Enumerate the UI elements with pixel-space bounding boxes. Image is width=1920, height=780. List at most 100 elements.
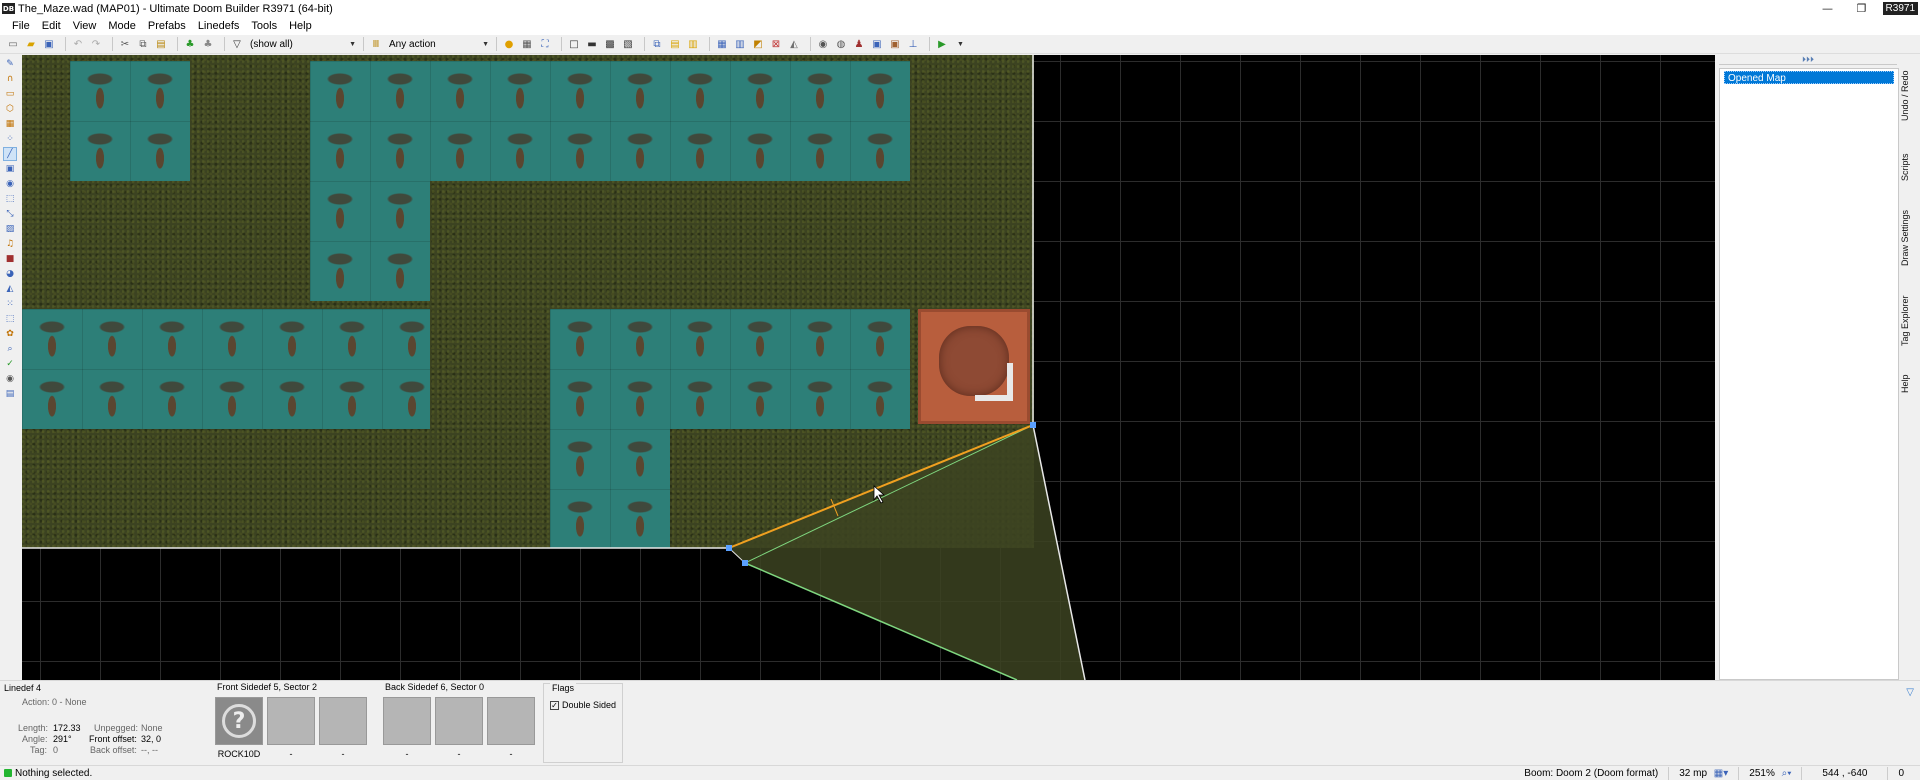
menu-linedefs[interactable]: Linedefs bbox=[192, 17, 246, 35]
color-picker-icon[interactable]: ✿ bbox=[4, 328, 16, 340]
open-map-icon[interactable]: ▰ bbox=[24, 37, 38, 51]
paste-options-icon[interactable]: ▥ bbox=[686, 37, 700, 51]
new-map-icon[interactable]: ▭ bbox=[6, 37, 20, 51]
things-mode-icon[interactable]: ◉ bbox=[4, 178, 16, 190]
vertex[interactable] bbox=[726, 545, 732, 551]
bridge-mode-icon[interactable]: ◭ bbox=[4, 283, 16, 295]
map-canvas[interactable] bbox=[22, 55, 1715, 680]
grid-snap-icon[interactable]: ▥ bbox=[733, 37, 747, 51]
tab-help[interactable]: Help bbox=[1900, 368, 1916, 400]
dynamic-grid-icon[interactable]: ◭ bbox=[787, 37, 801, 51]
redo-icon[interactable]: ↷ bbox=[89, 37, 103, 51]
copy-icon[interactable]: ⧉ bbox=[136, 37, 150, 51]
draw-grid-icon[interactable]: ▦ bbox=[4, 118, 16, 130]
restore-button[interactable]: ❐ bbox=[1845, 2, 1879, 15]
angle-value: 291° bbox=[53, 734, 72, 744]
draw-ellipse-icon[interactable]: ⬡ bbox=[4, 103, 16, 115]
front-lower-texture[interactable] bbox=[319, 697, 367, 745]
menu-bar: File Edit View Mode Prefabs Linedefs Too… bbox=[0, 17, 1920, 35]
cut-icon[interactable]: ✂ bbox=[118, 37, 132, 51]
find-replace-icon[interactable]: ⌕ bbox=[4, 343, 16, 355]
menu-file[interactable]: File bbox=[6, 17, 36, 35]
gzdoom-icon[interactable]: ◉ bbox=[4, 373, 16, 385]
tab-tag-explorer[interactable]: Tag Explorer bbox=[1900, 286, 1916, 356]
chevron-down-icon[interactable]: ▼ bbox=[957, 41, 964, 48]
visual-mode-icon[interactable]: ■ bbox=[4, 253, 16, 265]
menu-help[interactable]: Help bbox=[283, 17, 318, 35]
sky-icon[interactable]: ⊥ bbox=[906, 37, 920, 51]
sector-floor-selected[interactable] bbox=[729, 425, 1085, 680]
make-sectors-icon[interactable]: ◕ bbox=[4, 268, 16, 280]
light-icon[interactable]: ♟ bbox=[852, 37, 866, 51]
view-brightness-icon[interactable]: ▬ bbox=[585, 37, 599, 51]
vertices-mode-icon[interactable]: ⁘ bbox=[4, 133, 16, 145]
right-docker: ⏵⏵⏵ Opened Map Undo / Redo Scripts Draw … bbox=[1715, 55, 1920, 680]
back-middle-texture[interactable] bbox=[435, 697, 483, 745]
vertex[interactable] bbox=[742, 560, 748, 566]
auto-align-icon[interactable]: ⊠ bbox=[769, 37, 783, 51]
drag-icon[interactable]: ⤡ bbox=[4, 208, 16, 220]
fullscreen-icon[interactable]: ⛶ bbox=[538, 37, 552, 51]
statistics-icon[interactable]: ▤ bbox=[4, 388, 16, 400]
minimize-button[interactable]: — bbox=[1811, 2, 1845, 15]
grid-size[interactable]: 32 mp ▦▾ bbox=[1668, 767, 1738, 780]
visual-mode-icon[interactable]: ◉ bbox=[816, 37, 830, 51]
view-ceiling-icon[interactable]: ▧ bbox=[621, 37, 635, 51]
model-render-icon[interactable]: ▣ bbox=[870, 37, 884, 51]
fog-icon[interactable]: ▣ bbox=[888, 37, 902, 51]
app-window: DB The_Maze.wad (MAP01) - Ultimate Doom … bbox=[0, 0, 1920, 780]
action-filter-select[interactable]: Any action ▼ bbox=[387, 37, 491, 52]
docker-collapse-button[interactable]: ⏵⏵⏵ bbox=[1719, 55, 1897, 65]
draw-rectangle-icon[interactable]: ▭ bbox=[4, 88, 16, 100]
tab-draw-settings[interactable]: Draw Settings bbox=[1900, 202, 1916, 274]
map-geometry bbox=[22, 55, 1086, 680]
vertex[interactable] bbox=[1030, 422, 1036, 428]
draw-lines-icon[interactable]: ✎ bbox=[4, 58, 16, 70]
zoom-level[interactable]: 251% ⌕▾ bbox=[1738, 767, 1801, 780]
things-filter-value: (show all) bbox=[250, 38, 293, 50]
tab-undo-redo[interactable]: Undo / Redo bbox=[1900, 60, 1916, 132]
sectors-mode-icon[interactable]: ▣ bbox=[4, 163, 16, 175]
sound-propagation-icon[interactable]: ♫ bbox=[4, 238, 16, 250]
menu-edit[interactable]: Edit bbox=[36, 17, 67, 35]
copy-properties-icon[interactable]: ⧉ bbox=[650, 37, 664, 51]
undo-icon[interactable]: ↶ bbox=[71, 37, 85, 51]
brightness-icon[interactable]: ● bbox=[502, 37, 516, 51]
back-upper-texture-name: - bbox=[405, 749, 409, 759]
revision-badge: R3971 bbox=[1882, 2, 1918, 15]
linedefs-mode-icon[interactable]: ╱ bbox=[3, 147, 17, 161]
front-upper-texture[interactable]: ? bbox=[215, 697, 263, 745]
paste-properties-icon[interactable]: ▤ bbox=[668, 37, 682, 51]
back-lower-texture[interactable] bbox=[487, 697, 535, 745]
back-upper-texture[interactable] bbox=[383, 697, 431, 745]
threed-floor-icon[interactable]: ⁙ bbox=[4, 298, 16, 310]
test-map-icon[interactable]: ▶ bbox=[935, 37, 949, 51]
grid-toggle-icon[interactable]: ▦ bbox=[520, 37, 534, 51]
menu-tools[interactable]: Tools bbox=[245, 17, 283, 35]
grid-setup-icon[interactable]: ▦ bbox=[715, 37, 729, 51]
menu-mode[interactable]: Mode bbox=[102, 17, 142, 35]
prefab-icon[interactable]: ♣ bbox=[201, 37, 215, 51]
draw-curve-icon[interactable]: ∩ bbox=[4, 73, 16, 85]
tab-scripts[interactable]: Scripts bbox=[1900, 144, 1916, 190]
front-lower-texture-name: - bbox=[341, 749, 345, 759]
front-middle-texture[interactable] bbox=[267, 697, 315, 745]
slope-mode-icon[interactable]: ⬚ bbox=[4, 313, 16, 325]
things-filter-select[interactable]: (show all) ▼ bbox=[248, 37, 358, 52]
toolbar-separator bbox=[929, 37, 930, 51]
insert-prefab-icon[interactable]: ♣ bbox=[183, 37, 197, 51]
auto-merge-icon[interactable]: ◩ bbox=[751, 37, 765, 51]
history-item[interactable]: Opened Map bbox=[1724, 71, 1894, 84]
save-map-icon[interactable]: ▣ bbox=[42, 37, 56, 51]
image-mode-icon[interactable]: ▨ bbox=[4, 223, 16, 235]
view-wireframe-icon[interactable]: □ bbox=[567, 37, 581, 51]
map-analysis-icon[interactable]: ✓ bbox=[4, 358, 16, 370]
view-floor-icon[interactable]: ▩ bbox=[603, 37, 617, 51]
menu-view[interactable]: View bbox=[67, 17, 103, 35]
menu-prefabs[interactable]: Prefabs bbox=[142, 17, 192, 35]
edit-selection-icon[interactable]: ⬚ bbox=[4, 193, 16, 205]
info-panel-toggle-icon[interactable]: ▽ bbox=[1906, 687, 1914, 698]
filter-icon[interactable]: ▽ bbox=[230, 37, 244, 51]
things-icon[interactable]: ◍ bbox=[834, 37, 848, 51]
paste-icon[interactable]: ▤ bbox=[154, 37, 168, 51]
